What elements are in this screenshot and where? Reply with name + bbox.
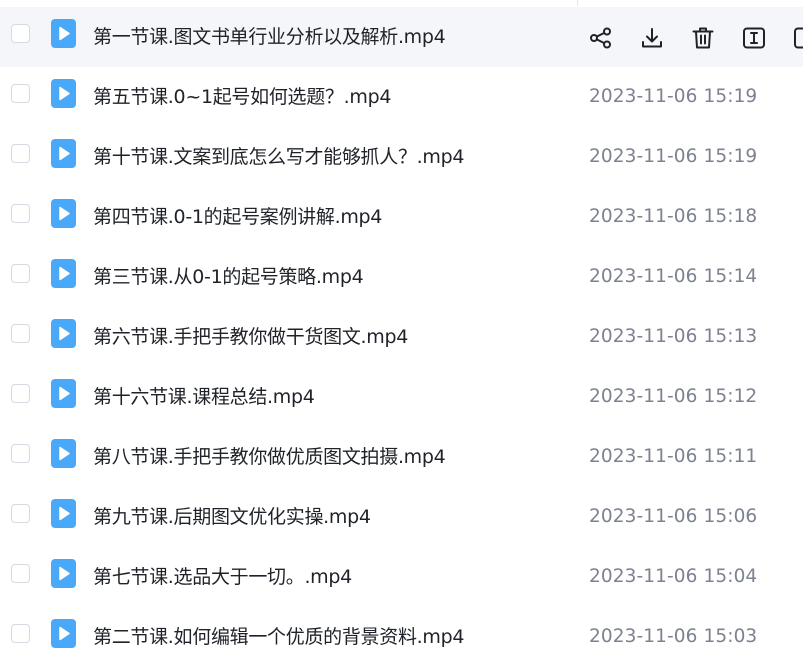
row-checkbox[interactable] <box>11 84 30 103</box>
video-file-icon <box>51 199 76 228</box>
file-row[interactable]: 第四节课.0-1的起号案例讲解.mp4 2023-11-06 15:18 <box>0 187 803 247</box>
video-file-icon <box>51 619 76 648</box>
file-modified-date: 2023-11-06 15:12 <box>589 386 758 407</box>
file-name[interactable]: 第五节课.0~1起号如何选题？.mp4 <box>93 67 391 127</box>
file-modified-date: 2023-11-06 15:18 <box>589 206 758 227</box>
file-name[interactable]: 第七节课.选品大于一切。.mp4 <box>93 547 352 607</box>
row-checkbox[interactable] <box>11 24 30 43</box>
row-actions <box>585 7 803 67</box>
row-checkbox[interactable] <box>11 384 30 403</box>
file-row[interactable]: 第二节课.如何编辑一个优质的背景资料.mp4 2023-11-06 15:03 <box>0 607 803 666</box>
video-file-icon <box>51 19 76 48</box>
row-checkbox[interactable] <box>11 564 30 583</box>
video-file-icon <box>51 559 76 588</box>
file-row[interactable]: 第八节课.手把手教你做优质图文拍摄.mp4 2023-11-06 15:11 <box>0 427 803 487</box>
video-file-icon <box>51 319 76 348</box>
video-file-icon <box>51 439 76 468</box>
delete-icon[interactable] <box>690 25 716 51</box>
file-name[interactable]: 第九节课.后期图文优化实操.mp4 <box>93 487 371 547</box>
file-modified-date: 2023-11-06 15:03 <box>589 626 758 647</box>
row-checkbox[interactable] <box>11 264 30 283</box>
file-modified-date: 2023-11-06 15:14 <box>589 266 758 287</box>
file-name[interactable]: 第一节课.图文书单行业分析以及解析.mp4 <box>93 7 446 67</box>
file-row[interactable]: 第十节课.文案到底怎么写才能够抓人？.mp4 2023-11-06 15:19 <box>0 127 803 187</box>
file-modified-date: 2023-11-06 15:11 <box>589 446 758 467</box>
file-modified-date: 2023-11-06 15:19 <box>589 146 758 167</box>
share-icon[interactable] <box>588 25 614 51</box>
file-name[interactable]: 第十六节课.课程总结.mp4 <box>93 367 315 427</box>
video-file-icon <box>51 259 76 288</box>
video-file-icon <box>51 379 76 408</box>
file-modified-date: 2023-11-06 15:06 <box>589 506 758 527</box>
video-file-icon <box>51 139 76 168</box>
file-name[interactable]: 第六节课.手把手教你做干货图文.mp4 <box>93 307 408 367</box>
file-name[interactable]: 第四节课.0-1的起号案例讲解.mp4 <box>93 187 382 247</box>
file-modified-date: 2023-11-06 15:13 <box>589 326 758 347</box>
rename-icon[interactable] <box>741 25 767 51</box>
row-checkbox[interactable] <box>11 504 30 523</box>
video-file-icon <box>51 79 76 108</box>
file-row[interactable]: 第十六节课.课程总结.mp4 2023-11-06 15:12 <box>0 367 803 427</box>
file-row[interactable]: 第五节课.0~1起号如何选题？.mp4 2023-11-06 15:19 <box>0 67 803 127</box>
file-name[interactable]: 第三节课.从0-1的起号策略.mp4 <box>93 247 364 307</box>
file-modified-date: 2023-11-06 15:19 <box>589 86 758 107</box>
column-divider <box>577 0 578 6</box>
file-list: 第一节课.图文书单行业分析以及解析.mp4 第五节课.0~1起号如何选题？.mp4… <box>0 0 803 666</box>
file-name[interactable]: 第十节课.文案到底怎么写才能够抓人？.mp4 <box>93 127 464 187</box>
file-row[interactable]: 第一节课.图文书单行业分析以及解析.mp4 <box>0 7 803 67</box>
video-file-icon <box>51 499 76 528</box>
row-checkbox[interactable] <box>11 444 30 463</box>
download-icon[interactable] <box>639 25 665 51</box>
row-checkbox[interactable] <box>11 324 30 343</box>
file-row[interactable]: 第六节课.手把手教你做干货图文.mp4 2023-11-06 15:13 <box>0 307 803 367</box>
file-name[interactable]: 第二节课.如何编辑一个优质的背景资料.mp4 <box>93 607 464 666</box>
file-name[interactable]: 第八节课.手把手教你做优质图文拍摄.mp4 <box>93 427 446 487</box>
file-row[interactable]: 第九节课.后期图文优化实操.mp4 2023-11-06 15:06 <box>0 487 803 547</box>
file-row[interactable]: 第三节课.从0-1的起号策略.mp4 2023-11-06 15:14 <box>0 247 803 307</box>
file-row[interactable]: 第七节课.选品大于一切。.mp4 2023-11-06 15:04 <box>0 547 803 607</box>
more-icon[interactable] <box>792 25 803 51</box>
file-modified-date: 2023-11-06 15:04 <box>589 566 758 587</box>
row-checkbox[interactable] <box>11 624 30 643</box>
row-checkbox[interactable] <box>11 204 30 223</box>
row-checkbox[interactable] <box>11 144 30 163</box>
